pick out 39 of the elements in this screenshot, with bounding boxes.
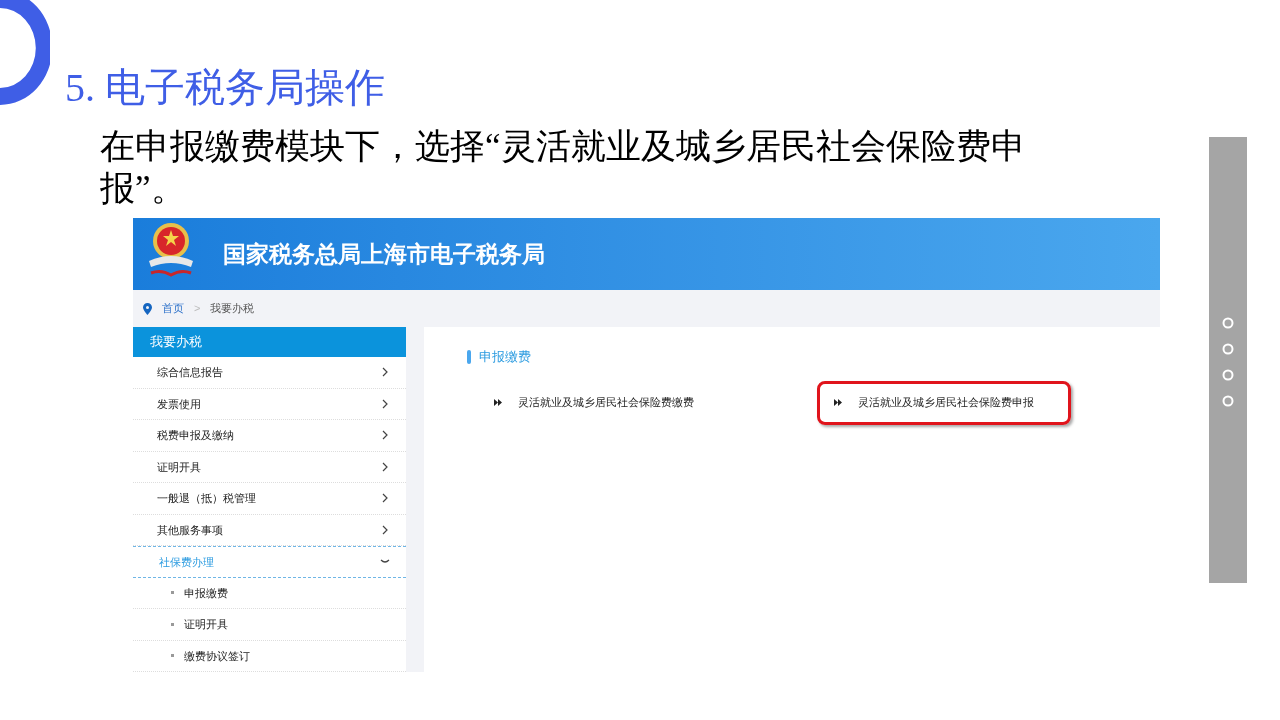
breadcrumb-link[interactable]: 我要办税	[210, 300, 255, 317]
dot-icon[interactable]	[1222, 343, 1234, 355]
breadcrumb-separator: >	[194, 301, 201, 317]
slide-title: 5. 电子税务局操作	[65, 64, 386, 112]
sidebar-item[interactable]: 综合信息报告	[133, 357, 406, 389]
slide-body-text: 在申报缴费模块下，选择“灵活就业及城乡居民社会保险费申报”。	[100, 126, 1027, 210]
chevron-right-icon	[380, 398, 390, 409]
section-title: 申报缴费	[479, 348, 531, 366]
location-pin-icon	[143, 302, 152, 315]
double-arrow-icon	[834, 399, 842, 406]
sidebar-subitem[interactable]: 证明开具	[133, 609, 406, 641]
sidebar-item[interactable]: 其他服务事项	[133, 514, 406, 546]
sidebar-header: 我要办税	[133, 327, 406, 357]
bullet-icon	[171, 654, 174, 658]
sidebar-item[interactable]: 发票使用	[133, 388, 406, 420]
chevron-right-icon	[380, 493, 390, 504]
sidebar-item[interactable]: 一般退（抵）税管理	[133, 483, 406, 515]
dot-icon[interactable]	[1222, 317, 1234, 329]
service-link[interactable]: 灵活就业及城乡居民社会保险费缴费	[477, 380, 731, 425]
sidebar-item[interactable]: 证明开具	[133, 451, 406, 483]
chevron-right-icon	[380, 367, 390, 378]
bullet-icon	[171, 591, 174, 595]
bullet-icon	[171, 622, 174, 626]
section-marker	[467, 349, 471, 364]
dot-icon[interactable]	[1222, 369, 1234, 381]
sidebar-subitem[interactable]: 缴费协议签订	[133, 640, 406, 672]
sidebar-item[interactable]: 税费申报及缴纳	[133, 420, 406, 452]
chevron-right-icon	[380, 430, 390, 441]
dot-icon[interactable]	[1222, 395, 1234, 407]
chevron-right-icon	[380, 461, 390, 472]
service-link[interactable]: 灵活就业及城乡居民社会保险费申报	[817, 380, 1071, 425]
sidebar-subitem-label: 缴费协议签订	[184, 648, 250, 664]
sidebar-subitem[interactable]: 申报缴费	[133, 577, 406, 609]
sidebar-subitem-label: 申报缴费	[184, 585, 228, 601]
sidebar-subitem-label: 证明开具	[184, 617, 228, 632]
breadcrumb-link[interactable]: 首页	[162, 300, 184, 317]
double-arrow-icon	[494, 399, 502, 406]
site-title: 国家税务总局上海市电子税务局	[223, 239, 545, 269]
chevron-right-icon	[380, 524, 390, 535]
